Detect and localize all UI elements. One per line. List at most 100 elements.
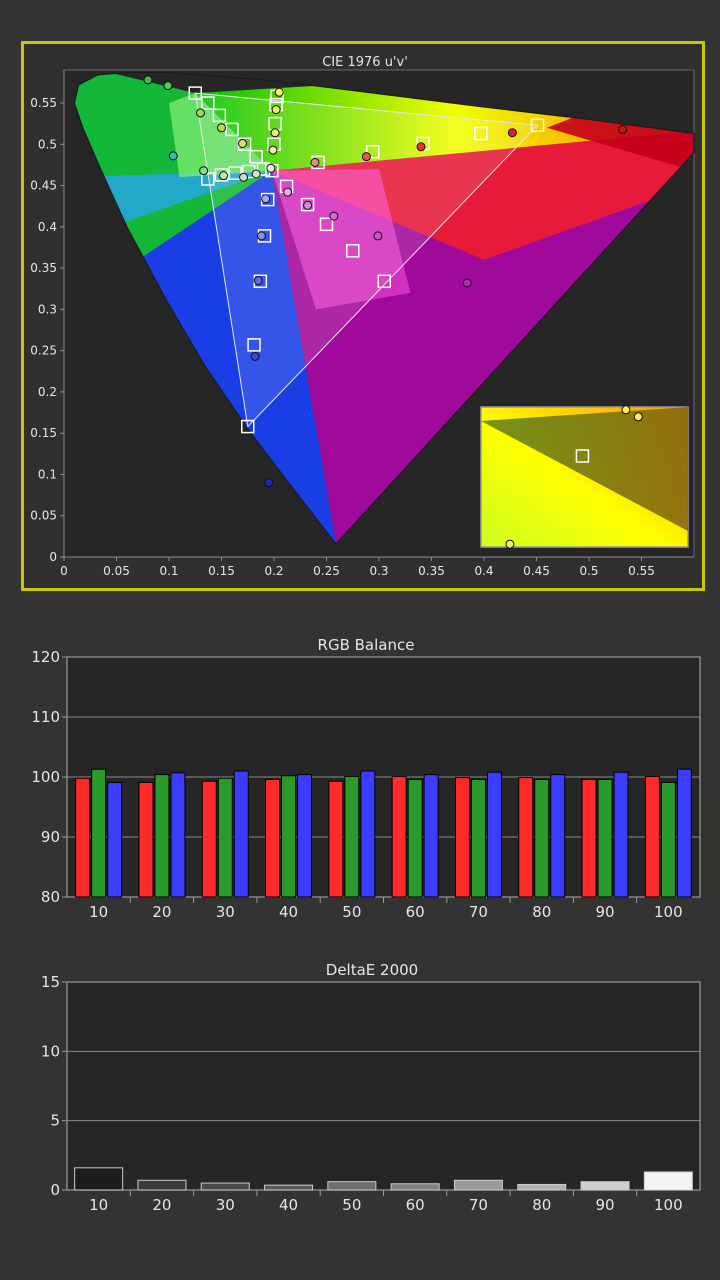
bar (423, 774, 439, 898)
measured-point (250, 351, 260, 361)
x-tick-label: 100 (654, 903, 683, 921)
y-tick-label: 0.45 (30, 179, 57, 193)
inset-measured-point (633, 412, 643, 422)
x-tick-label: 100 (654, 1196, 683, 1214)
x-tick-label: 70 (469, 1196, 488, 1214)
bar (644, 775, 660, 898)
bar (200, 1182, 250, 1191)
x-tick-label: 10 (89, 1196, 108, 1214)
measured-point (264, 478, 274, 488)
bar (154, 774, 170, 898)
bar (581, 778, 597, 898)
y-tick-label: 10 (41, 1042, 60, 1060)
measured-point (416, 142, 426, 152)
x-tick-label: 0.5 (579, 564, 598, 578)
x-tick-label: 80 (532, 903, 551, 921)
x-tick-label: 60 (406, 1196, 425, 1214)
bar (470, 778, 486, 898)
x-tick-label: 0 (60, 564, 68, 578)
bar (91, 768, 107, 898)
bar (327, 1181, 377, 1191)
measured-point (361, 152, 371, 162)
x-tick-label: 40 (279, 1196, 298, 1214)
bar (407, 778, 423, 898)
cie-chart: CIE 1976 u'v' 0 0.05 0.1 0.15 0.2 0.25 0.3 0.35… (21, 41, 705, 591)
bar (453, 1179, 503, 1191)
measured-point (373, 231, 383, 241)
y-tick-label: 0.55 (30, 96, 57, 110)
bar (550, 774, 566, 898)
bar (613, 771, 629, 898)
bar (107, 781, 123, 898)
zoom-inset (480, 405, 689, 549)
bar (297, 774, 313, 898)
measured-point (219, 171, 229, 181)
x-tick-label: 70 (469, 903, 488, 921)
y-tick-label: 0.4 (38, 220, 57, 234)
y-tick-label: 0.05 (30, 509, 57, 523)
measured-point (270, 128, 280, 138)
measured-point (143, 75, 153, 85)
bar (660, 781, 676, 898)
bar (265, 778, 281, 898)
measured-point (251, 169, 261, 179)
measured-point (163, 81, 173, 91)
y-tick-label: 120 (31, 648, 60, 666)
measured-point (196, 108, 205, 118)
bar (518, 777, 534, 898)
y-tick-label: 0 (50, 1181, 60, 1199)
x-tick-label: 0.35 (418, 564, 445, 578)
measured-point (168, 151, 178, 161)
y-tick-label: 0.35 (30, 261, 57, 275)
x-tick-label: 0.4 (474, 564, 493, 578)
bar (597, 778, 613, 898)
chart-title: CIE 1976 u'v' (322, 55, 408, 70)
measured-point (618, 124, 628, 134)
measured-point (462, 278, 472, 288)
bar (233, 770, 249, 898)
y-tick-label: 0 (49, 550, 57, 564)
x-tick-label: 50 (342, 1196, 361, 1214)
measured-point (256, 231, 266, 241)
y-tick-label: 90 (41, 828, 60, 846)
y-tick-label: 15 (41, 973, 60, 991)
x-tick-label: 0.05 (103, 564, 130, 578)
y-tick-label: 0.2 (38, 385, 57, 399)
x-tick-label: 30 (216, 903, 235, 921)
x-tick-label: 0.2 (264, 564, 283, 578)
rgb-balance-title: RGB Balance (318, 636, 415, 654)
y-tick-label: 0.25 (30, 344, 57, 358)
bar (517, 1183, 567, 1191)
bar (391, 775, 407, 898)
x-tick-label: 50 (342, 903, 361, 921)
x-tick-label: 0.15 (208, 564, 235, 578)
measured-point (238, 138, 247, 148)
y-tick-label: 0.3 (38, 302, 57, 316)
measured-point (239, 172, 249, 182)
measured-point (253, 275, 263, 285)
inset-measured-point (621, 405, 631, 415)
bar (676, 768, 692, 898)
bar (486, 771, 502, 898)
bar (360, 770, 376, 898)
x-tick-label: 0.45 (523, 564, 550, 578)
x-tick-label: 0.3 (369, 564, 388, 578)
x-tick-label: 30 (216, 1196, 235, 1214)
measured-point (274, 87, 284, 97)
x-tick-label: 10 (89, 903, 108, 921)
x-tick-label: 90 (596, 903, 615, 921)
x-tick-label: 20 (152, 1196, 171, 1214)
x-tick-label: 0.1 (159, 564, 178, 578)
bar (643, 1171, 693, 1191)
measured-point (283, 187, 293, 197)
x-tick-label: 80 (532, 1196, 551, 1214)
y-tick-label: 0.5 (38, 137, 57, 151)
measured-point (271, 105, 281, 115)
bar (344, 775, 360, 898)
measured-point (199, 166, 209, 176)
bar (75, 777, 91, 898)
measured-point (507, 128, 517, 138)
x-tick-label: 40 (279, 903, 298, 921)
y-tick-label: 100 (31, 768, 60, 786)
bar (170, 772, 186, 898)
